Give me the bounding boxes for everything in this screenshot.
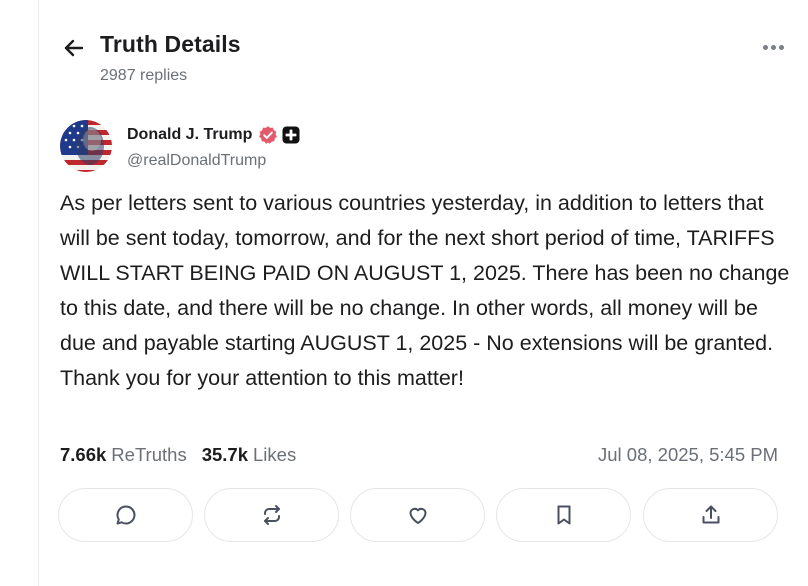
- plus-badge-icon: [282, 126, 300, 144]
- back-button[interactable]: [60, 34, 88, 62]
- likes-stat[interactable]: 35.7k Likes: [202, 444, 297, 466]
- likes-label: Likes: [253, 444, 297, 465]
- reply-button[interactable]: [58, 488, 193, 542]
- avatar[interactable]: [60, 120, 112, 172]
- retruths-count: 7.66k: [60, 444, 107, 465]
- reply-icon: [116, 505, 135, 525]
- more-dot: [770, 44, 776, 50]
- post-stats: 7.66k ReTruths 35.7k Likes Jul 08, 2025,…: [60, 442, 778, 468]
- reply-count: 2987 replies: [100, 67, 188, 84]
- retruths-stat[interactable]: 7.66k ReTruths: [60, 444, 187, 466]
- like-button[interactable]: [350, 488, 485, 542]
- page-title: Truth Details: [100, 31, 241, 57]
- author-handle[interactable]: @realDonaldTrump: [127, 152, 300, 170]
- author-block: Donald J. Trump @realDonaldTrump: [127, 124, 300, 170]
- more-options-button[interactable]: [756, 36, 790, 58]
- like-icon: [409, 507, 426, 524]
- action-bar: [58, 488, 780, 542]
- retruths-label: ReTruths: [111, 444, 187, 465]
- author-name[interactable]: Donald J. Trump: [127, 126, 252, 144]
- bookmark-icon: [557, 505, 570, 525]
- post-timestamp: Jul 08, 2025, 5:45 PM: [598, 444, 778, 465]
- post-text: As per letters sent to various countries…: [60, 191, 790, 390]
- verified-badge-icon: [259, 126, 278, 144]
- share-button[interactable]: [643, 488, 778, 542]
- retruth-button[interactable]: [204, 488, 339, 542]
- bookmark-button[interactable]: [496, 488, 631, 542]
- likes-count: 35.7k: [201, 444, 248, 465]
- more-horizontal-icon: [762, 44, 768, 50]
- arrow-left-icon: [64, 39, 84, 57]
- share-icon: [702, 505, 719, 524]
- page-header: Truth Details 2987 replies: [60, 30, 790, 90]
- retruth-icon: [263, 505, 280, 525]
- left-divider: [38, 0, 39, 586]
- more-dot: [778, 44, 784, 50]
